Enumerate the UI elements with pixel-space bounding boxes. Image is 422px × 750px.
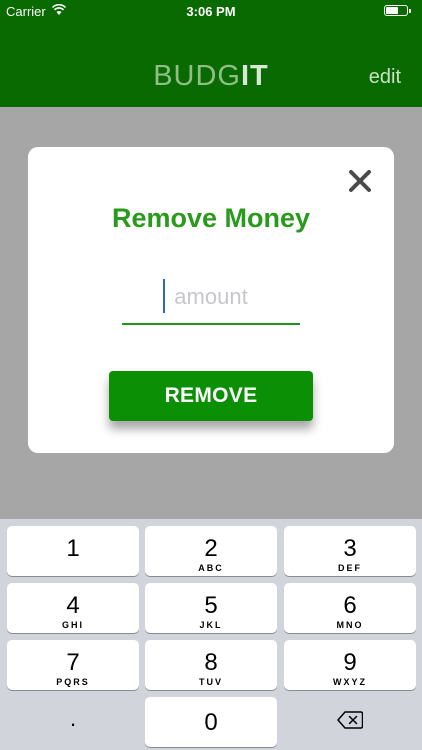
key-letters: GHI	[61, 620, 84, 630]
edit-button[interactable]: edit	[369, 66, 401, 89]
key-digit: 7	[66, 649, 80, 676]
key-5[interactable]: 5 JKL	[145, 583, 277, 633]
remove-money-dialog: Remove Money REMOVE	[28, 147, 394, 453]
brand-light: BUDG	[153, 60, 241, 92]
key-letters: DEF	[338, 563, 362, 573]
key-7[interactable]: 7 PQRS	[7, 640, 139, 690]
remove-button[interactable]: REMOVE	[109, 371, 313, 421]
brand-bold: IT	[241, 60, 269, 92]
status-bar: Carrier 3:06 PM	[0, 0, 422, 22]
app-title: BUDGIT	[0, 60, 422, 93]
close-icon[interactable]	[346, 167, 374, 195]
key-digit: 3	[343, 535, 357, 562]
delete-key[interactable]	[284, 697, 416, 747]
key-6[interactable]: 6 MNO	[284, 583, 416, 633]
amount-input[interactable]	[122, 277, 300, 317]
key-digit: 2	[204, 535, 218, 562]
navigation-bar: Carrier 3:06 PM BUDGIT edit	[0, 0, 422, 107]
text-cursor	[163, 279, 165, 313]
key-digit: 5	[204, 592, 218, 619]
key-digit: 0	[204, 709, 218, 736]
key-letters: MNO	[336, 620, 364, 630]
key-0[interactable]: 0	[145, 697, 277, 747]
status-time: 3:06 PM	[186, 4, 236, 19]
numeric-keypad: 1 2 ABC 3 DEF 4 GHI 5 JKL 6 MNO 7 PQRS 8…	[0, 519, 422, 750]
key-4[interactable]: 4 GHI	[7, 583, 139, 633]
decimal-label: .	[69, 706, 77, 731]
key-9[interactable]: 9 WXYZ	[284, 640, 416, 690]
key-letters: ABC	[198, 563, 224, 573]
key-digit: 9	[343, 649, 357, 676]
key-2[interactable]: 2 ABC	[145, 526, 277, 576]
key-digit: 1	[66, 535, 80, 562]
key-1[interactable]: 1	[7, 526, 139, 576]
key-letters: JKL	[199, 620, 223, 630]
key-letters: PQRS	[56, 677, 90, 687]
key-digit: 8	[204, 649, 218, 676]
amount-field-container	[122, 277, 300, 325]
key-letters: WXYZ	[333, 677, 367, 687]
key-3[interactable]: 3 DEF	[284, 526, 416, 576]
key-decimal[interactable]: .	[7, 697, 139, 747]
key-letters: TUV	[199, 677, 223, 687]
battery-icon	[384, 5, 411, 16]
backspace-icon	[337, 711, 364, 729]
key-8[interactable]: 8 TUV	[145, 640, 277, 690]
dialog-title: Remove Money	[111, 203, 311, 233]
key-digit: 6	[343, 592, 357, 619]
key-digit: 4	[66, 592, 80, 619]
